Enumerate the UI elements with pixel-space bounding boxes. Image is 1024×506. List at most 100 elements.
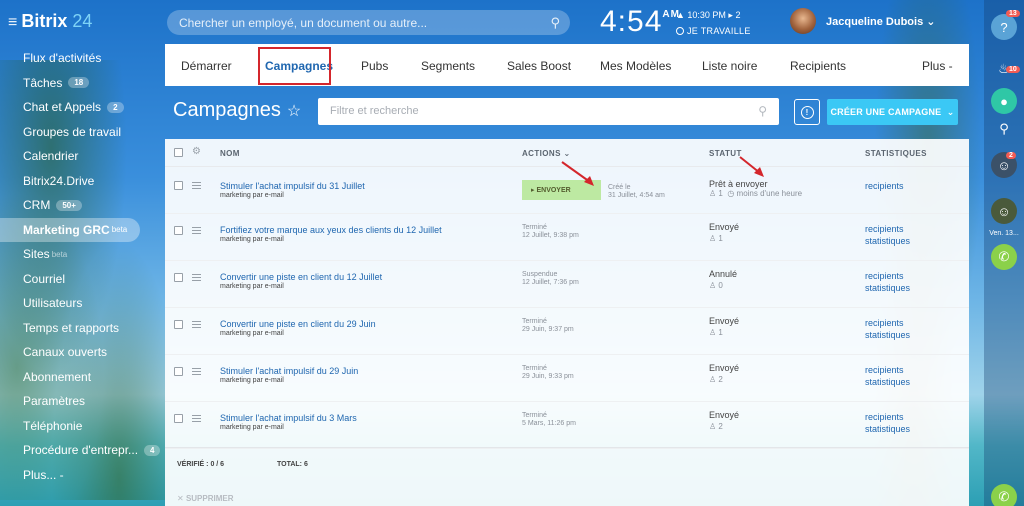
campaign-name-link[interactable]: Stimuler l'achat impulsif du 3 Mars	[220, 413, 357, 423]
sidebar-item-groupes[interactable]: Groupes de travail	[0, 120, 160, 145]
global-search-input[interactable]: Chercher un employé, un document ou autr…	[167, 10, 570, 35]
recipients-link[interactable]: recipients	[865, 318, 904, 328]
row-checkbox[interactable]	[174, 181, 183, 190]
campaign-name-link[interactable]: Convertir une piste en client du 12 Juil…	[220, 272, 382, 282]
search-icon[interactable]: ⚲	[550, 15, 560, 31]
contact-avatar-icon-2[interactable]: ☺	[991, 198, 1017, 224]
row-menu-icon[interactable]	[192, 227, 201, 234]
campaign-name-link[interactable]: Convertir une piste en client du 29 Juin	[220, 319, 376, 329]
search-icon[interactable]: ⚲	[758, 104, 767, 118]
row-checkbox[interactable]	[174, 226, 183, 235]
recipients-link[interactable]: recipients	[865, 412, 904, 422]
column-actions[interactable]: ACTIONS ⌄	[522, 149, 571, 158]
page-title-text: Campagnes	[173, 99, 281, 121]
row-checkbox[interactable]	[174, 320, 183, 329]
sidebar-item-utilisateurs[interactable]: Utilisateurs	[0, 291, 160, 316]
row-menu-icon[interactable]	[192, 321, 201, 328]
statistics-link[interactable]: statistiques	[865, 283, 910, 293]
phone-call-icon[interactable]: ✆	[991, 484, 1017, 506]
sidebar-item-label: Sites	[23, 247, 50, 262]
tab-recipients[interactable]: Recipients	[790, 59, 846, 73]
chat-icon[interactable]: ●	[991, 88, 1017, 114]
menu-icon[interactable]: ≡	[8, 14, 17, 31]
tab-mes-modeles[interactable]: Mes Modèles	[600, 59, 671, 73]
recipients-link[interactable]: recipients	[865, 365, 904, 375]
row-checkbox[interactable]	[174, 273, 183, 282]
avatar[interactable]	[790, 8, 816, 34]
status-icon	[676, 27, 684, 35]
contact-badge: 2	[1006, 152, 1016, 159]
tab-demarrer[interactable]: Démarrer	[181, 59, 232, 73]
filter-search-input[interactable]: Filtre et recherche ⚲	[318, 98, 779, 125]
table-row[interactable]: Stimuler l'achat impulsif du 31 Juillet …	[165, 167, 969, 214]
sidebar-item-drive[interactable]: Bitrix24.Drive	[0, 169, 160, 194]
sidebar-item-temps[interactable]: Temps et rapports	[0, 316, 160, 341]
tab-segments[interactable]: Segments	[421, 59, 475, 73]
table-row[interactable]: Stimuler l'achat impulsif du 3 Mars mark…	[165, 402, 969, 449]
alarm-info[interactable]: ▲ 10:30 PM ▸ 2	[676, 10, 740, 21]
tab-sales-boost[interactable]: Sales Boost	[507, 59, 571, 73]
sidebar-item-calendrier[interactable]: Calendrier	[0, 144, 160, 169]
row-checkbox[interactable]	[174, 367, 183, 376]
sidebar-item-plus[interactable]: Plus... -	[0, 463, 160, 488]
sidebar-item-label: Courriel	[23, 271, 66, 286]
sidebar-item-abonnement[interactable]: Abonnement	[0, 365, 160, 390]
sidebar-item-label: Groupes de travail	[23, 124, 122, 139]
sidebar-item-telephonie[interactable]: Téléphonie	[0, 414, 160, 439]
statistics-link[interactable]: statistiques	[865, 424, 910, 434]
campaign-name-link[interactable]: Stimuler l'achat impulsif du 29 Juin	[220, 366, 358, 376]
recipients-link[interactable]: recipients	[865, 271, 904, 281]
gear-icon[interactable]: ⚙	[192, 146, 201, 157]
select-all-checkbox[interactable]	[174, 148, 183, 157]
delete-label: SUPPRIMER	[185, 494, 234, 503]
column-stats[interactable]: STATISTIQUES	[865, 149, 927, 158]
user-name[interactable]: Jacqueline Dubois ⌄	[826, 15, 935, 28]
sidebar-item-flux[interactable]: Flux d'activités	[0, 46, 160, 71]
sidebar-item-courriel[interactable]: Courriel	[0, 267, 160, 292]
info-button[interactable]: !	[794, 99, 820, 125]
status-text: Annulé	[709, 269, 738, 279]
table-row[interactable]: Stimuler l'achat impulsif du 29 Juin mar…	[165, 355, 969, 402]
campaign-name-link[interactable]: Stimuler l'achat impulsif du 31 Juillet	[220, 181, 365, 191]
campaign-name-link[interactable]: Fortifiez votre marque aux yeux des clie…	[220, 225, 442, 235]
status-text: Envoyé	[709, 410, 740, 420]
logo[interactable]: ≡ Bitrix 24	[8, 11, 92, 32]
table-row[interactable]: Fortifiez votre marque aux yeux des clie…	[165, 214, 969, 261]
sidebar-item-taches[interactable]: Tâches 18	[0, 71, 160, 96]
clock-time: 4:54	[600, 5, 663, 38]
search-icon[interactable]: ⚲	[991, 116, 1017, 142]
row-menu-icon[interactable]	[192, 415, 201, 422]
tab-pubs[interactable]: Pubs	[361, 59, 388, 73]
table-row[interactable]: Convertir une piste en client du 29 Juin…	[165, 308, 969, 355]
sidebar-item-sites[interactable]: Sites beta	[0, 242, 160, 267]
star-icon[interactable]: ☆	[287, 103, 301, 120]
recipients-link[interactable]: recipients	[865, 224, 904, 234]
work-status[interactable]: JE TRAVAILLE	[676, 26, 751, 36]
statistics-link[interactable]: statistiques	[865, 330, 910, 340]
sidebar-item-marketing[interactable]: Marketing GRC beta	[0, 217, 140, 242]
column-status[interactable]: STATUT	[709, 149, 742, 158]
statistics-link[interactable]: statistiques	[865, 236, 910, 246]
row-menu-icon[interactable]	[192, 182, 201, 189]
send-button[interactable]: ▸ ENVOYER	[522, 180, 601, 200]
sidebar-item-chat[interactable]: Chat et Appels 2	[0, 95, 160, 120]
table-row[interactable]: Convertir une piste en client du 12 Juil…	[165, 261, 969, 308]
row-checkbox[interactable]	[174, 414, 183, 423]
sidebar-item-crm[interactable]: CRM 50+	[0, 193, 160, 218]
sidebar-item-parametres[interactable]: Paramètres	[0, 389, 160, 414]
column-name[interactable]: NOM	[220, 149, 240, 158]
recipients-count-value: 1	[718, 189, 723, 198]
sidebar-item-canaux[interactable]: Canaux ouverts	[0, 340, 160, 365]
delete-button[interactable]: ✕ SUPPRIMER	[177, 494, 234, 503]
create-campaign-button[interactable]: CRÉER UNE CAMPAGNE ⌄	[827, 99, 958, 125]
statistics-link[interactable]: statistiques	[865, 377, 910, 387]
recipients-link[interactable]: recipients	[865, 181, 904, 191]
help-icon[interactable]: ?	[991, 14, 1017, 40]
row-menu-icon[interactable]	[192, 368, 201, 375]
phone-icon[interactable]: ✆	[991, 244, 1017, 270]
sidebar-item-procedure[interactable]: Procédure d'entrepr... 4	[0, 438, 161, 463]
tab-plus[interactable]: Plus -	[922, 59, 953, 73]
chevron-down-icon: ⌄	[946, 106, 955, 117]
row-menu-icon[interactable]	[192, 274, 201, 281]
tab-liste-noire[interactable]: Liste noire	[702, 59, 757, 73]
